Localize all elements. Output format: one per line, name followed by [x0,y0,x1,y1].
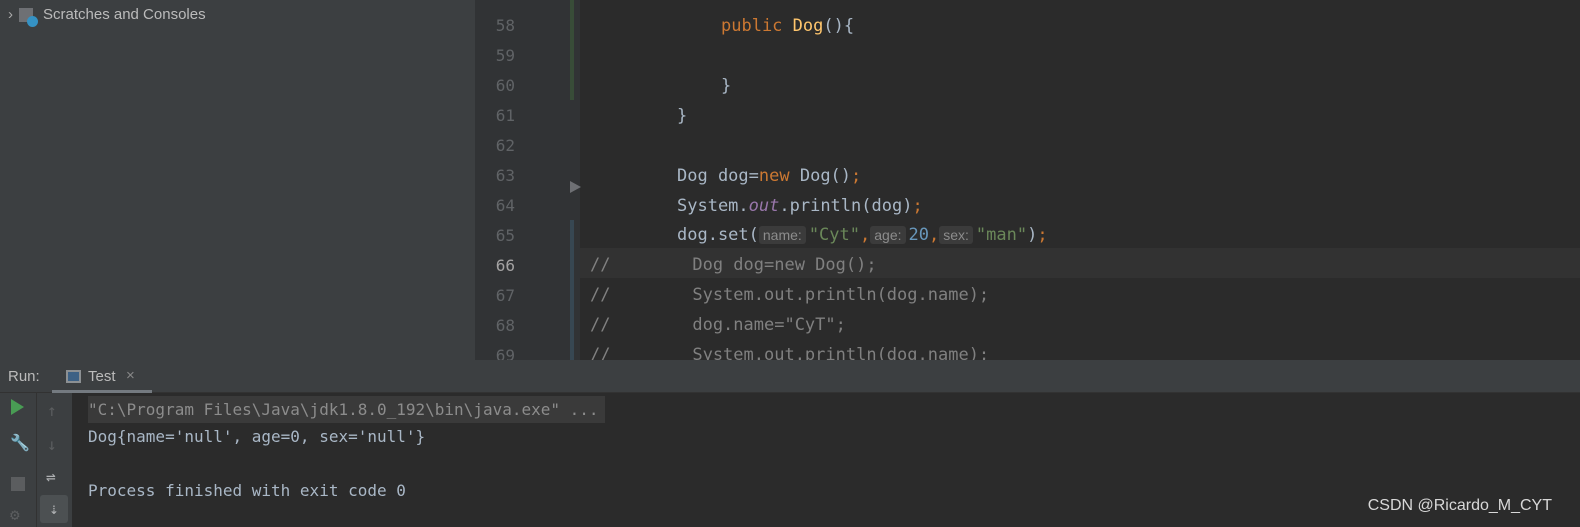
run-label: Run: [8,368,40,385]
line-number: 66 [495,256,515,275]
settings-icon[interactable]: ⚙ [10,505,20,524]
console-toolbar: ↑ ↓ ⇌ ⇣ [36,393,72,527]
t: Dog dog= [677,166,759,186]
console-exit-line: Process finished with exit code 0 [88,481,406,500]
field: out [748,196,780,216]
console-output-line: Dog{name='null', age=0, sex='null'} [88,427,426,446]
t: (){ [823,16,855,36]
scroll-to-end-icon[interactable]: ⇣ [40,495,68,523]
semi: ; [912,196,923,216]
kw: new [758,166,790,186]
semi: ; [851,166,862,186]
t: System. [677,196,749,216]
code-line-63[interactable]: Dog dog=new Dog(); [677,161,861,191]
param-hint: name: [758,226,806,244]
arrow-down-icon[interactable]: ↓ [47,435,57,454]
line-number: 63 [495,166,515,185]
soft-wrap-icon[interactable]: ⇌ [46,467,56,486]
t: Dog() [789,166,852,186]
code-line-60[interactable]: } [721,71,731,101]
semi: ; [1037,225,1048,245]
run-gutter-icon[interactable] [570,181,581,193]
console-icon [66,370,81,383]
line-number: 67 [495,286,515,305]
t: ) [1027,225,1038,245]
tab-label: Test [88,368,116,385]
chevron-right-icon[interactable]: › [8,6,13,23]
run-tab-bar: Run: Test × [0,360,1580,393]
code-line-65[interactable]: dog.set(name: "Cyt", age: 20, sex: "man"); [677,220,1048,250]
run-panel: Run: Test × 🔧 ⚙ ↑ ↓ ⇌ ⇣ "C:\Program File… [0,360,1580,527]
comma: , [860,225,871,245]
code-line-61[interactable]: } [677,101,687,131]
comma: , [928,225,940,245]
param-hint: sex: [939,226,973,244]
line-number: 62 [495,136,515,155]
line-number: 64 [495,196,515,215]
line-number: 60 [495,76,515,95]
line-number: 68 [495,316,515,335]
tab-test[interactable]: Test × [52,360,152,393]
stop-icon[interactable] [11,477,25,491]
t: .println(dog) [779,196,913,216]
watermark: CSDN @Ricardo_M_CYT [1367,497,1552,514]
wrench-icon[interactable]: 🔧 [10,433,30,452]
scratches-icon [19,7,38,27]
kw: public [721,16,783,36]
code-line-58[interactable]: public Dog(){ [721,11,854,41]
str: "Cyt" [808,225,860,245]
code-line-66[interactable]: // Dog dog=new Dog(); [590,250,877,280]
arrow-up-icon[interactable]: ↑ [47,401,57,420]
param-hint: age: [870,226,906,244]
close-icon[interactable]: × [126,367,135,384]
line-number: 58 [495,16,515,35]
run-toolbar: 🔧 ⚙ [0,393,36,527]
project-panel: › Scratches and Consoles [0,0,475,360]
line-number: 65 [495,226,515,245]
line-number: 61 [495,106,515,125]
rerun-icon[interactable] [11,399,24,415]
tree-item-scratches[interactable]: › Scratches and Consoles [8,6,206,27]
code-line-68[interactable]: // dog.name="CyT"; [590,310,846,340]
line-number: 59 [495,46,515,65]
console-command-line: "C:\Program Files\Java\jdk1.8.0_192\bin\… [88,396,605,423]
num: 20 [908,225,929,245]
code-line-64[interactable]: System.out.println(dog); [677,191,923,221]
tree-item-label: Scratches and Consoles [43,6,206,23]
str: "man" [975,225,1028,245]
fn: Dog [792,16,824,36]
code-line-67[interactable]: // System.out.println(dog.name); [590,280,989,310]
t: dog.set( [677,225,759,245]
